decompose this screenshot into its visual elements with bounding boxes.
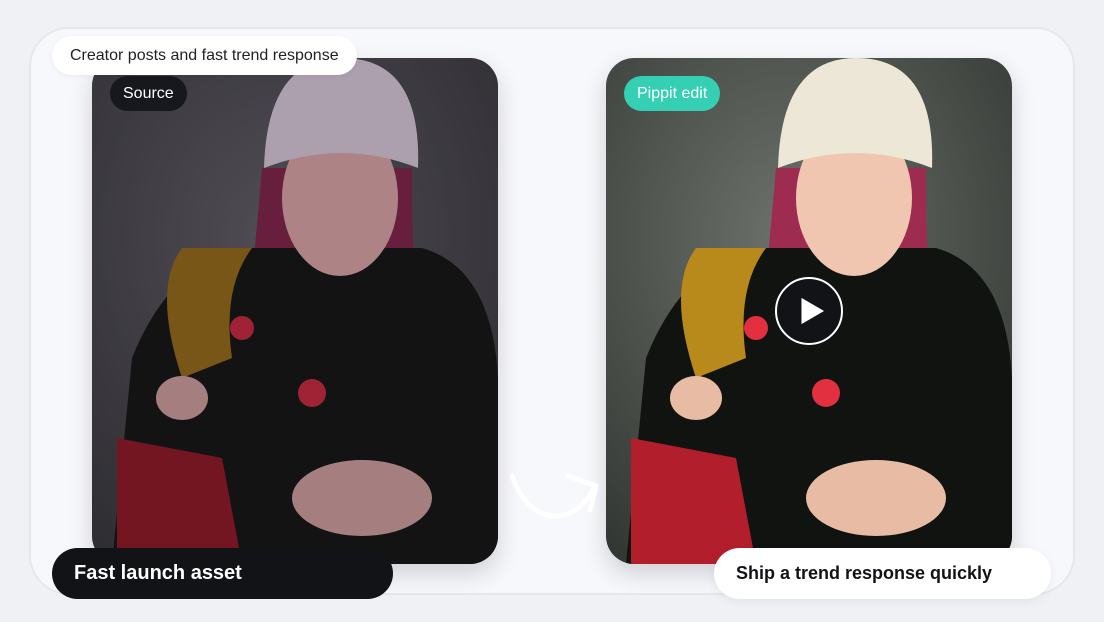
trend-response-label: Ship a trend response quickly <box>714 548 1051 599</box>
source-photo <box>92 58 498 564</box>
source-tag: Source <box>110 76 187 111</box>
curved-arrow-icon <box>509 473 599 519</box>
section-caption: Creator posts and fast trend response <box>52 36 357 75</box>
pippit-edit-tag: Pippit edit <box>624 76 721 111</box>
play-button[interactable] <box>775 277 843 345</box>
portrait-image <box>92 58 498 564</box>
play-icon <box>801 297 825 325</box>
fast-launch-label: Fast launch asset <box>52 548 393 599</box>
